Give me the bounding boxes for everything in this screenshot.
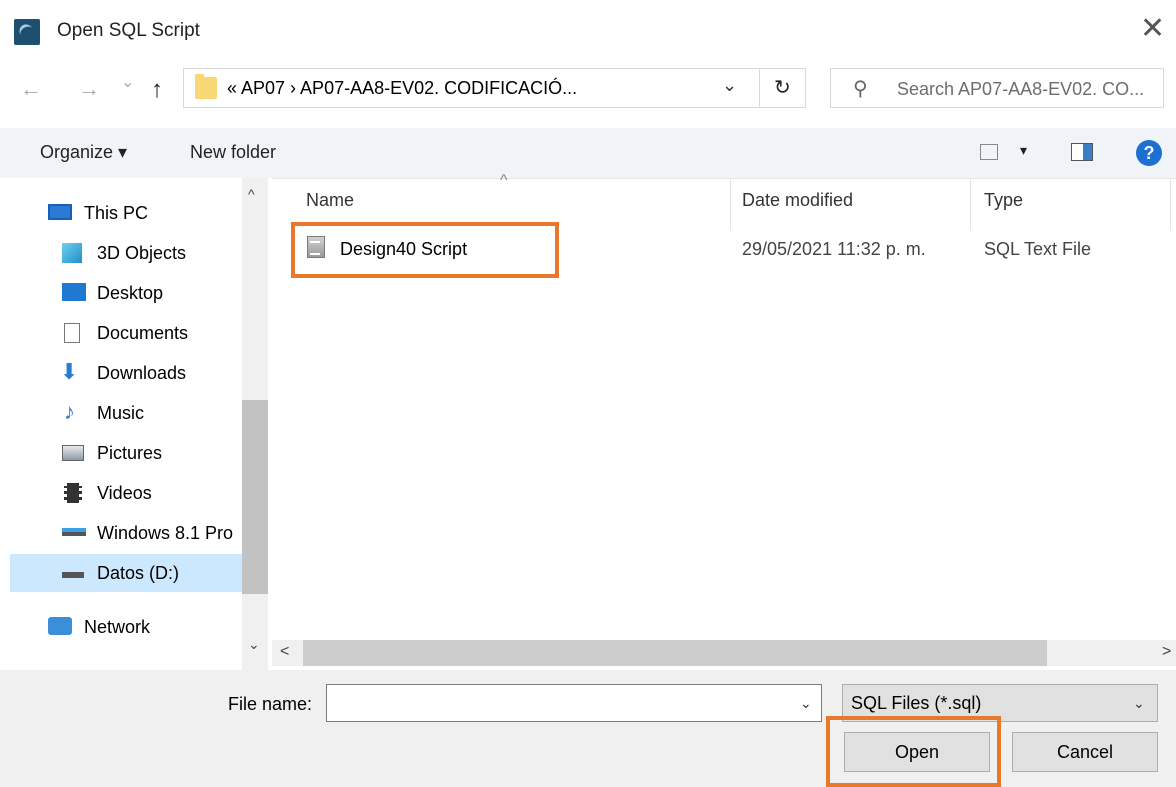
open-button[interactable]: Open: [844, 732, 990, 772]
cancel-button[interactable]: Cancel: [1012, 732, 1158, 772]
chevron-down-icon: ⌄: [1133, 695, 1145, 711]
sidebar-item-label: Videos: [97, 483, 152, 503]
help-icon[interactable]: ?: [1136, 140, 1162, 166]
up-arrow-icon[interactable]: ↑: [151, 76, 163, 104]
refresh-button[interactable]: ↻: [760, 68, 806, 108]
column-divider[interactable]: [1170, 178, 1171, 230]
title-bar: Open SQL Script ✕: [0, 0, 1176, 64]
sidebar-item-label: Music: [97, 403, 145, 423]
column-header-type[interactable]: Type: [984, 190, 1023, 211]
music-icon: ♪: [64, 399, 75, 424]
forward-arrow-icon[interactable]: →: [78, 76, 100, 102]
command-toolbar: Organize ▾ New folder ▾ ?: [0, 128, 1176, 179]
folder-icon: [195, 74, 217, 99]
scrollbar-thumb[interactable]: [242, 400, 268, 594]
new-folder-button[interactable]: New folder: [190, 142, 276, 163]
sidebar-scrollbar[interactable]: ^ ⌄: [242, 178, 268, 670]
file-type-cell: SQL Text File: [984, 239, 1092, 259]
refresh-icon: ↻: [774, 77, 791, 99]
search-placeholder[interactable]: Search AP07-AA8-EV02. CO...: [897, 79, 1144, 100]
scrollbar-thumb[interactable]: [303, 640, 1047, 666]
sidebar-item-this-pc[interactable]: This PC: [0, 194, 232, 232]
scroll-up-icon[interactable]: ^: [248, 186, 255, 202]
sidebar-item-downloads[interactable]: ⬇ Downloads: [10, 354, 242, 392]
sidebar-item-videos[interactable]: Videos: [10, 474, 242, 512]
sql-file-icon: [307, 236, 325, 258]
preview-pane-icon[interactable]: [1071, 143, 1093, 161]
sidebar-item-label: Network: [84, 617, 151, 637]
back-arrow-icon[interactable]: ←: [20, 76, 42, 102]
file-name-input[interactable]: [326, 684, 822, 722]
sort-ascending-icon: ^: [500, 172, 508, 189]
desktop-icon: [62, 283, 86, 301]
cube-icon: [62, 243, 82, 263]
sidebar-item-music[interactable]: ♪ Music: [10, 394, 242, 432]
pictures-icon: [62, 445, 84, 461]
organize-button[interactable]: Organize ▾: [40, 142, 127, 163]
column-header-name[interactable]: Name: [306, 190, 354, 211]
sidebar-item-pictures[interactable]: Pictures: [10, 434, 242, 472]
file-name-cell[interactable]: Design40 Script: [340, 239, 467, 260]
file-name-dropdown-chevron-icon[interactable]: ⌄: [800, 695, 812, 712]
view-options-icon[interactable]: [980, 144, 998, 160]
scroll-down-icon[interactable]: ⌄: [248, 636, 260, 653]
sidebar-item-windows-drive[interactable]: Windows 8.1 Pro: [10, 514, 242, 552]
window-title: Open SQL Script: [57, 20, 200, 41]
horizontal-scrollbar[interactable]: < >: [272, 640, 1176, 666]
scroll-right-icon[interactable]: >: [1162, 643, 1171, 661]
network-icon: [48, 617, 72, 635]
file-name-label: File name:: [228, 694, 313, 714]
address-dropdown-chevron-icon[interactable]: ⌄: [722, 75, 737, 96]
column-header-date-modified[interactable]: Date modified: [742, 190, 853, 211]
drive-icon: [62, 528, 86, 536]
file-type-filter-select[interactable]: SQL Files (*.sql) ⌄: [842, 684, 1158, 722]
sidebar-item-datos-drive[interactable]: Datos (D:): [10, 554, 242, 592]
drive-icon: [62, 572, 84, 578]
videos-icon: [64, 483, 82, 503]
column-divider[interactable]: [730, 178, 731, 230]
sidebar-item-label: Datos (D:): [97, 563, 180, 583]
sidebar-item-label: This PC: [84, 203, 149, 223]
sidebar-item-label: Desktop: [97, 283, 164, 303]
pc-icon: [48, 204, 72, 220]
download-icon: ⬇: [60, 359, 79, 384]
address-bar[interactable]: « AP07 › AP07-AA8-EV02. CODIFICACIÓ... ⌄: [183, 68, 760, 108]
search-icon: ⚲: [853, 78, 868, 100]
view-options-chevron-icon[interactable]: ▾: [1020, 142, 1027, 159]
address-path[interactable]: « AP07 › AP07-AA8-EV02. CODIFICACIÓ...: [227, 78, 577, 99]
sidebar-item-label: Downloads: [97, 363, 187, 383]
sidebar-item-network[interactable]: Network: [0, 608, 232, 646]
search-box[interactable]: ⚲ Search AP07-AA8-EV02. CO...: [830, 68, 1164, 108]
sidebar-item-documents[interactable]: Documents: [10, 314, 242, 352]
sidebar-item-label: Windows 8.1 Pro: [97, 523, 234, 543]
sidebar-item-label: Documents: [97, 323, 189, 343]
close-icon[interactable]: ✕: [1140, 14, 1165, 44]
file-type-filter-value: SQL Files (*.sql): [851, 693, 982, 713]
file-date-cell: 29/05/2021 11:32 p. m.: [742, 239, 926, 259]
navigation-pane: This PC 3D Objects Desktop Documents ⬇ D…: [0, 178, 272, 670]
sidebar-item-label: Pictures: [97, 443, 163, 463]
scroll-left-icon[interactable]: <: [280, 643, 289, 661]
mysql-workbench-icon: [14, 19, 40, 45]
sidebar-item-3d-objects[interactable]: 3D Objects: [10, 234, 242, 272]
column-divider[interactable]: [970, 178, 971, 230]
sidebar-item-label: 3D Objects: [97, 243, 187, 263]
sidebar-item-desktop[interactable]: Desktop: [10, 274, 242, 312]
documents-icon: [64, 323, 80, 343]
recent-locations-chevron-icon[interactable]: ⌄: [121, 72, 134, 92]
